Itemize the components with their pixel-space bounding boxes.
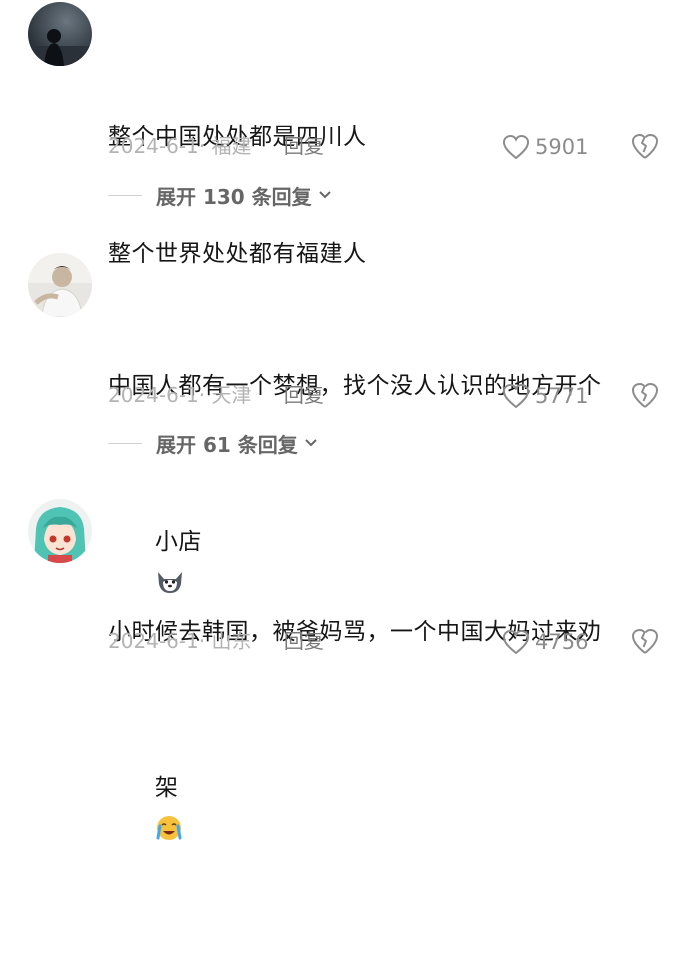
expand-replies-button[interactable]: 展开 130 条回复 — [108, 180, 332, 210]
like-button[interactable]: 5901 — [502, 132, 588, 162]
reply-button[interactable]: 回复 — [284, 134, 324, 158]
chevron-down-icon — [305, 439, 317, 447]
expand-replies-label: 展开 61 条回复 — [156, 432, 298, 457]
like-count: 5901 — [535, 135, 589, 159]
comment-date-location: 2024-6-1· 天津 — [108, 383, 252, 407]
dislike-button[interactable] — [630, 627, 660, 657]
chevron-down-icon — [318, 191, 331, 199]
comment-text-line-wrap: 架 — [108, 730, 660, 886]
comment-text-line: 架 — [154, 775, 179, 801]
expand-replies-button[interactable]: 展开 61 条回复 — [108, 428, 318, 458]
heart-icon — [502, 629, 530, 655]
crying-face-emoji-icon — [156, 815, 182, 840]
avatar[interactable] — [28, 2, 92, 66]
broken-heart-icon — [632, 383, 658, 408]
avatar[interactable] — [28, 253, 92, 317]
like-button[interactable]: 5771 — [502, 381, 588, 411]
heart-icon — [502, 134, 530, 160]
comment-date-location: 2024-6-1· 山东 — [108, 629, 252, 653]
comment-date-location: 2024-6-1· 福建 — [108, 134, 252, 158]
divider-line — [108, 194, 142, 196]
expand-replies-label: 展开 130 条回复 — [156, 184, 312, 209]
like-count: 4756 — [535, 630, 589, 654]
reply-button[interactable]: 回复 — [284, 629, 324, 653]
broken-heart-icon — [632, 629, 658, 654]
comment-text-line: 整个世界处处都有福建人 — [108, 241, 367, 267]
dislike-button[interactable] — [630, 381, 660, 411]
dislike-button[interactable] — [630, 132, 660, 162]
divider-line — [108, 442, 142, 444]
person-photo-avatar-icon — [28, 253, 92, 317]
reply-button[interactable]: 回复 — [284, 383, 324, 407]
dark-silhouette-avatar-icon — [28, 2, 92, 66]
anime-girl-avatar-icon — [28, 499, 92, 563]
like-count: 5771 — [535, 384, 589, 408]
avatar[interactable] — [28, 499, 92, 563]
broken-heart-icon — [632, 134, 658, 159]
like-button[interactable]: 4756 — [502, 627, 588, 657]
heart-icon — [502, 383, 530, 409]
